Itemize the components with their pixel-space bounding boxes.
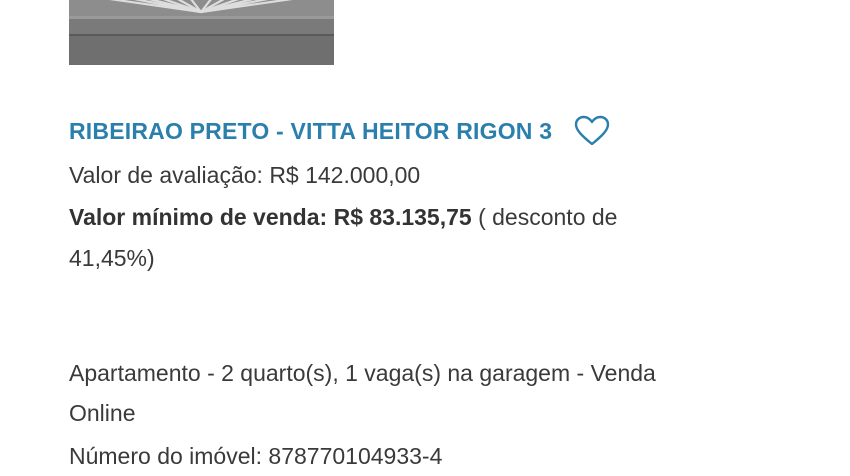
description-line-1: Apartamento - 2 quarto(s), 1 vaga(s) na … (69, 353, 656, 393)
description-text-1: Apartamento - 2 quarto(s), 1 vaga(s) na … (69, 360, 656, 386)
property-photo[interactable] (69, 0, 334, 65)
property-number-line: Número do imóvel: 878770104933-4 (69, 436, 442, 476)
heart-outline-icon[interactable] (574, 115, 610, 147)
min-sale-line: Valor mínimo de venda: R$ 83.135,75 ( de… (69, 197, 617, 237)
discount-line: 41,45%) (69, 238, 155, 278)
description-line-2: Online (69, 393, 135, 433)
property-number-text: Número do imóvel: 878770104933-4 (69, 443, 443, 469)
min-sale-label: Valor mínimo de venda: (69, 204, 328, 230)
description-text-2: Online (69, 400, 136, 426)
appraisal-value: R$ 142.000,00 (269, 162, 421, 188)
discount-prefix: ( desconto de (478, 204, 618, 230)
appraisal-label: Valor de avaliação: (69, 162, 263, 188)
min-sale-value: R$ 83.135,75 (333, 204, 472, 230)
appraisal-line: Valor de avaliação: R$ 142.000,00 (69, 155, 420, 195)
listing-title[interactable]: RIBEIRAO PRETO - VITTA HEITOR RIGON 3 (69, 118, 552, 145)
listing-title-row: RIBEIRAO PRETO - VITTA HEITOR RIGON 3 (69, 115, 610, 147)
discount-value: 41,45%) (69, 245, 155, 271)
